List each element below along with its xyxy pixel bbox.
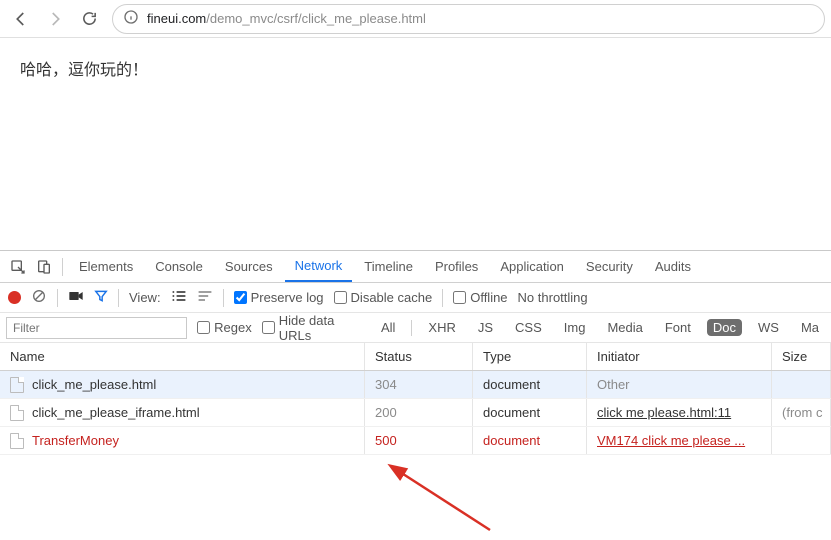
network-filterbar: Regex Hide data URLs All XHR JS CSS Img … <box>0 313 831 343</box>
filter-type-media[interactable]: Media <box>601 319 648 336</box>
file-icon <box>10 433 24 449</box>
tab-audits[interactable]: Audits <box>645 251 701 282</box>
forward-button[interactable] <box>40 4 70 34</box>
network-table: Name Status Type Initiator Size click_me… <box>0 343 831 538</box>
filter-type-font[interactable]: Font <box>659 319 697 336</box>
hide-data-urls-checkbox[interactable]: Hide data URLs <box>262 313 365 343</box>
disable-cache-checkbox[interactable]: Disable cache <box>334 290 433 305</box>
offline-checkbox[interactable]: Offline <box>453 290 507 305</box>
request-status: 304 <box>365 371 473 398</box>
request-name: TransferMoney <box>32 433 119 448</box>
separator <box>57 289 58 307</box>
preserve-log-checkbox[interactable]: Preserve log <box>234 290 324 305</box>
record-button[interactable] <box>8 291 21 304</box>
network-table-header: Name Status Type Initiator Size <box>0 343 831 371</box>
request-size: (from c <box>772 399 831 426</box>
table-row[interactable]: click_me_please.html 304document Other <box>0 371 831 399</box>
col-size[interactable]: Size <box>772 343 831 370</box>
tab-security[interactable]: Security <box>576 251 643 282</box>
initiator-link[interactable]: VM174 click me please ... <box>597 433 745 448</box>
initiator-text: Other <box>597 377 630 392</box>
separator <box>223 289 224 307</box>
url-text: fineui.com/demo_mvc/csrf/click_me_please… <box>147 11 426 26</box>
request-type: document <box>473 427 587 454</box>
tab-elements[interactable]: Elements <box>69 251 143 282</box>
filter-type-doc[interactable]: Doc <box>707 319 742 336</box>
request-status: 200 <box>365 399 473 426</box>
filter-type-xhr[interactable]: XHR <box>422 319 461 336</box>
filter-type-js[interactable]: JS <box>472 319 499 336</box>
request-name: click_me_please_iframe.html <box>32 405 200 420</box>
devtools-panel: Elements Console Sources Network Timelin… <box>0 250 831 538</box>
inspect-icon[interactable] <box>6 259 30 275</box>
request-type: document <box>473 371 587 398</box>
camera-icon[interactable] <box>68 290 84 305</box>
separator <box>62 258 63 276</box>
page-text: 哈哈，逗你玩的！ <box>20 62 148 79</box>
col-initiator[interactable]: Initiator <box>587 343 772 370</box>
reload-button[interactable] <box>74 4 104 34</box>
file-icon <box>10 405 24 421</box>
table-row[interactable]: TransferMoney 500document VM174 click me p… <box>0 427 831 455</box>
devtools-tabs: Elements Console Sources Network Timelin… <box>0 251 831 283</box>
view-label: View: <box>129 290 161 305</box>
clear-button[interactable] <box>31 288 47 307</box>
filter-type-ws[interactable]: WS <box>752 319 785 336</box>
filter-type-all[interactable]: All <box>375 319 401 336</box>
initiator-link[interactable]: click me please.html:11 <box>597 405 731 420</box>
tab-console[interactable]: Console <box>145 251 213 282</box>
table-row[interactable]: click_me_please_iframe.html 200document cl… <box>0 399 831 427</box>
tab-application[interactable]: Application <box>490 251 574 282</box>
view-list-icon[interactable] <box>171 290 187 305</box>
col-name[interactable]: Name <box>0 343 365 370</box>
browser-nav-bar: fineui.com/demo_mvc/csrf/click_me_please… <box>0 0 831 38</box>
tab-network[interactable]: Network <box>285 251 353 282</box>
separator <box>411 320 412 336</box>
tab-timeline[interactable]: Timeline <box>354 251 423 282</box>
request-status: 500 <box>365 427 473 454</box>
filter-icon[interactable] <box>94 289 108 306</box>
request-name: click_me_please.html <box>32 377 156 392</box>
filter-type-css[interactable]: CSS <box>509 319 548 336</box>
view-frames-icon[interactable] <box>197 290 213 305</box>
request-type: document <box>473 399 587 426</box>
regex-checkbox[interactable]: Regex <box>197 320 252 335</box>
separator <box>442 289 443 307</box>
filter-input[interactable] <box>6 317 187 339</box>
request-size <box>772 371 831 398</box>
filter-type-manifest[interactable]: Ma <box>795 319 825 336</box>
address-bar[interactable]: fineui.com/demo_mvc/csrf/click_me_please… <box>112 4 825 34</box>
file-icon <box>10 377 24 393</box>
throttling-select[interactable]: No throttling <box>518 290 588 305</box>
device-toggle-icon[interactable] <box>32 259 56 275</box>
request-size <box>772 427 831 454</box>
separator <box>118 289 119 307</box>
tab-sources[interactable]: Sources <box>215 251 283 282</box>
page-body: 哈哈，逗你玩的！ <box>0 38 831 98</box>
col-status[interactable]: Status <box>365 343 473 370</box>
network-toolbar: View: Preserve log Disable cache Offline… <box>0 283 831 313</box>
tab-profiles[interactable]: Profiles <box>425 251 488 282</box>
back-button[interactable] <box>6 4 36 34</box>
col-type[interactable]: Type <box>473 343 587 370</box>
site-info-icon[interactable] <box>123 9 139 28</box>
filter-type-img[interactable]: Img <box>558 319 592 336</box>
